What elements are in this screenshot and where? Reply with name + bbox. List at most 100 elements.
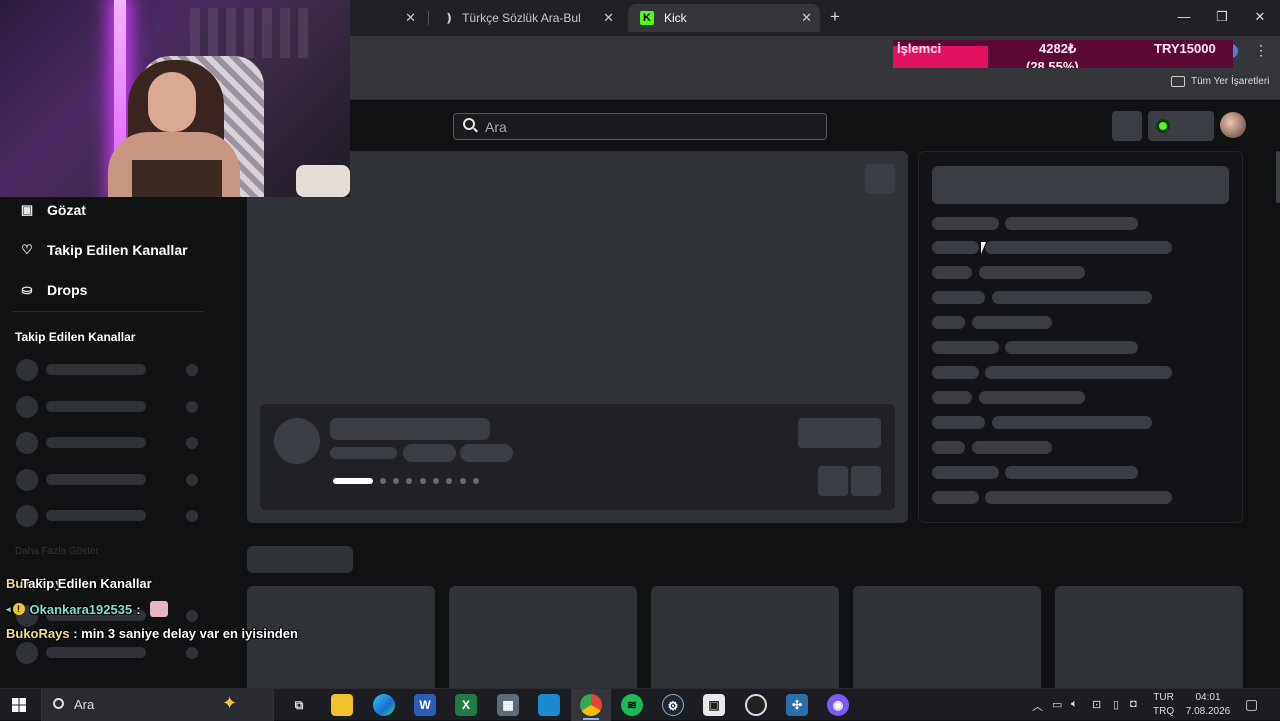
tray-chevron-icon[interactable]: ︿ [1032, 698, 1043, 714]
prev-slide-button-skeleton[interactable] [818, 466, 848, 496]
minimize-icon[interactable]: — [1172, 6, 1196, 28]
desk-item [296, 165, 350, 197]
featured-stream-skeleton[interactable] [247, 151, 908, 523]
calculator-icon[interactable]: ▦ [497, 694, 519, 716]
carousel-dot[interactable] [406, 478, 412, 484]
wings-icon: ◂ [6, 603, 11, 614]
page-scrollbar[interactable] [1276, 151, 1280, 203]
notification-icon[interactable]: ▢ [1245, 696, 1258, 713]
file-explorer-icon[interactable] [331, 694, 353, 716]
language-indicator[interactable]: TUR TRQ [1153, 691, 1174, 719]
mute-button-skeleton[interactable] [865, 164, 895, 194]
stream-card-skeleton[interactable] [1055, 586, 1243, 696]
word-icon[interactable]: W [414, 694, 436, 716]
header-account-button[interactable] [1148, 111, 1214, 141]
stock-price: 4282₺ [1039, 41, 1077, 56]
clock[interactable]: 04:01 7.08.2026 [1183, 691, 1233, 719]
channel-viewers-skeleton [186, 647, 198, 659]
maximize-icon[interactable]: ❐ [1210, 6, 1234, 28]
carousel-dot-active[interactable] [333, 478, 373, 484]
all-bookmarks[interactable]: Tüm Yer İşaretleri [1171, 76, 1269, 87]
channel-name-skeleton [46, 474, 146, 485]
spotify-icon[interactable]: ≋ [621, 694, 643, 716]
microphone-icon[interactable]: ▯ [1113, 698, 1119, 711]
edge-icon[interactable] [373, 694, 395, 716]
carousel-dot[interactable] [460, 478, 466, 484]
taskbar-search[interactable]: Ara ✦ [41, 689, 274, 721]
stream-card-skeleton[interactable] [651, 586, 839, 696]
carousel-dot[interactable] [473, 478, 479, 484]
badge-icon: ! [12, 603, 25, 615]
language-bottom: TRQ [1153, 706, 1175, 717]
chat-line: BukoRays : min 3 saniye delay var en iyi… [6, 626, 298, 641]
carousel-dot[interactable] [420, 478, 426, 484]
search-input[interactable]: Ara [453, 113, 827, 140]
tab-kick[interactable]: K Kick ✕ [628, 4, 820, 32]
channel-avatar-skeleton [16, 359, 38, 381]
chat-line-skeleton [985, 241, 1172, 254]
channel-viewers-skeleton [186, 401, 198, 413]
watch-button-skeleton[interactable] [798, 418, 881, 448]
user-avatar[interactable] [1220, 112, 1246, 138]
windows-start-icon[interactable] [12, 698, 26, 712]
network-app-icon[interactable]: ✣ [786, 694, 808, 716]
stock-target: TRY15000 [1154, 41, 1216, 56]
chat-line: BukoRays Takip Edilen Kanallar [6, 576, 152, 591]
nav-item-drops[interactable]: ⛀ Drops [20, 282, 88, 298]
menu-icon[interactable]: ⋮ [1254, 42, 1268, 59]
close-icon[interactable]: ✕ [801, 10, 812, 26]
chat-line-skeleton [932, 291, 985, 304]
carousel-dot[interactable] [446, 478, 452, 484]
search-icon [53, 698, 64, 709]
chat-line-skeleton [932, 491, 979, 504]
carousel-dot[interactable] [393, 478, 399, 484]
obs-icon[interactable] [745, 694, 767, 716]
stream-card-skeleton[interactable] [449, 586, 637, 696]
next-slide-button-skeleton[interactable] [851, 466, 881, 496]
mouse-cursor-icon [981, 242, 986, 254]
new-tab-button[interactable]: + [830, 7, 840, 27]
streamer-avatar-skeleton [274, 418, 320, 464]
stream-card-skeleton[interactable] [247, 586, 435, 696]
nav-item-browse[interactable]: ▣ Gözat [20, 202, 86, 218]
carousel-dot[interactable] [433, 478, 439, 484]
nav-label: Takip Edilen Kanallar [47, 242, 188, 258]
clock-date: 7.08.2026 [1185, 706, 1231, 717]
steam-icon[interactable]: ⚙ [662, 694, 684, 716]
chat-line-skeleton [932, 466, 999, 479]
channel-name-skeleton [46, 647, 146, 658]
channel-avatar-skeleton [16, 432, 38, 454]
volume-icon[interactable]: 🔈︎ [1071, 698, 1078, 711]
store-app-icon[interactable] [538, 694, 560, 716]
nav-label: Gözat [47, 202, 86, 218]
chat-line-skeleton [932, 316, 965, 329]
chat-line-skeleton [985, 366, 1172, 379]
show-more-link[interactable]: Daha Fazla Göster [15, 546, 99, 557]
task-view-icon[interactable]: ⧉ [288, 694, 310, 716]
channel-name-skeleton [46, 364, 146, 375]
network-icon[interactable]: ⊡ [1092, 698, 1101, 711]
excel-icon[interactable]: X [455, 694, 477, 716]
stream-tag-skeleton [460, 444, 513, 462]
stream-title-skeleton [330, 418, 490, 440]
tab-previous[interactable]: ✕ [350, 4, 424, 32]
stream-card-skeleton[interactable] [853, 586, 1041, 696]
camera-icon[interactable]: ◘ [1130, 698, 1137, 710]
stream-meta-skeleton [330, 447, 397, 459]
window-close-icon[interactable]: ✕ [1248, 6, 1272, 28]
nav-item-following[interactable]: ♡ Takip Edilen Kanallar [20, 242, 188, 258]
chat-line-skeleton [992, 291, 1152, 304]
chrome-icon[interactable] [580, 694, 602, 716]
close-icon[interactable]: ✕ [603, 10, 614, 26]
discord-app-icon[interactable]: ◉ [827, 694, 849, 716]
chat-line-skeleton [932, 217, 999, 230]
chat-text: : min 3 saniye delay var en iyisinden [73, 626, 298, 641]
header-placeholder-button[interactable] [1112, 111, 1142, 141]
close-icon[interactable]: ✕ [405, 10, 416, 26]
channel-viewers-skeleton [186, 437, 198, 449]
app-icon[interactable]: ▣ [703, 694, 725, 716]
drops-icon: ⛀ [21, 282, 33, 297]
carousel-dot[interactable] [380, 478, 386, 484]
tab-sozluk[interactable]: ❫ Türkçe Sözlük Ara-Bul ✕ [432, 4, 622, 32]
battery-icon[interactable]: ▭ [1052, 698, 1062, 711]
